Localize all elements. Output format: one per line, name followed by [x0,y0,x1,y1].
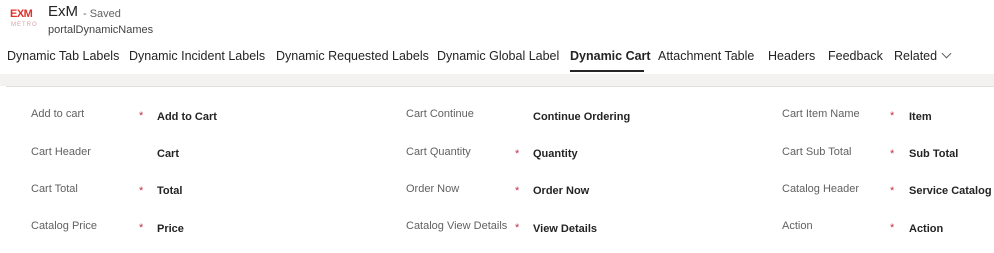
active-tab-indicator [570,70,644,72]
tab-attachment-table[interactable]: Attachment Table [658,49,754,63]
field-value-cart-continue[interactable]: Continue Ordering [533,111,630,123]
tab-dynamic-requested-labels[interactable]: Dynamic Requested Labels [276,49,429,63]
field-label-catalog-header: Catalog Header [782,183,860,195]
field-label-catalog-view-details: Catalog View Details [406,220,508,232]
tab-related-label: Related [894,49,938,63]
required-indicator: * [139,222,144,234]
chevron-down-icon [941,48,952,59]
field-label-cart-header: Cart Header [31,146,91,158]
tab-dynamic-tab-labels[interactable]: Dynamic Tab Labels [7,49,119,63]
required-indicator: * [890,148,895,160]
field-label-cart-item-name: Cart Item Name [782,108,860,120]
record-title: ExM [48,3,78,20]
required-indicator: * [515,222,520,234]
record-header: EXM METRO ExM - Saved portalDynamicNames [0,0,994,44]
app-logo: EXM METRO [10,8,38,34]
section-gap [0,74,994,86]
required-indicator: * [890,110,895,122]
required-indicator: * [139,185,144,197]
tab-related[interactable]: Related [894,48,952,63]
required-indicator: * [515,185,520,197]
tab-dynamic-global-label[interactable]: Dynamic Global Label [437,49,559,63]
field-label-add-to-cart: Add to cart [31,108,85,120]
required-indicator: * [890,185,895,197]
tab-dynamic-incident-labels[interactable]: Dynamic Incident Labels [129,49,265,63]
field-value-cart-header[interactable]: Cart [157,148,179,160]
save-status: - Saved [83,8,121,20]
required-indicator: * [515,148,520,160]
tab-feedback[interactable]: Feedback [828,49,883,63]
record-subtitle: portalDynamicNames [48,24,154,36]
tab-dynamic-cart[interactable]: Dynamic Cart [570,49,651,63]
required-indicator: * [139,110,144,122]
required-indicator: * [890,222,895,234]
field-value-cart-quantity[interactable]: Quantity [533,148,578,160]
field-value-cart-item-name[interactable]: Item [909,111,932,123]
tab-headers[interactable]: Headers [768,49,815,63]
field-value-catalog-header[interactable]: Service Catalog [909,185,992,197]
field-value-cart-sub-total[interactable]: Sub Total [909,148,958,160]
field-value-action[interactable]: Action [909,223,943,235]
tab-bar: Dynamic Tab Labels Dynamic Incident Labe… [0,44,994,74]
field-value-catalog-price[interactable]: Price [157,223,184,235]
field-value-catalog-view-details[interactable]: View Details [533,223,597,235]
field-label-catalog-price: Catalog Price [31,220,98,232]
field-label-order-now: Order Now [406,183,460,195]
field-value-cart-total[interactable]: Total [157,185,182,197]
logo-subtext: METRO [11,22,38,28]
field-value-add-to-cart[interactable]: Add to Cart [157,111,217,123]
logo-text: EXM [10,8,33,20]
field-value-order-now[interactable]: Order Now [533,185,589,197]
field-label-cart-total: Cart Total [31,183,78,195]
field-label-cart-continue: Cart Continue [406,108,474,120]
field-label-cart-sub-total: Cart Sub Total [782,146,852,158]
field-label-action: Action [782,220,813,232]
field-label-cart-quantity: Cart Quantity [406,146,471,158]
